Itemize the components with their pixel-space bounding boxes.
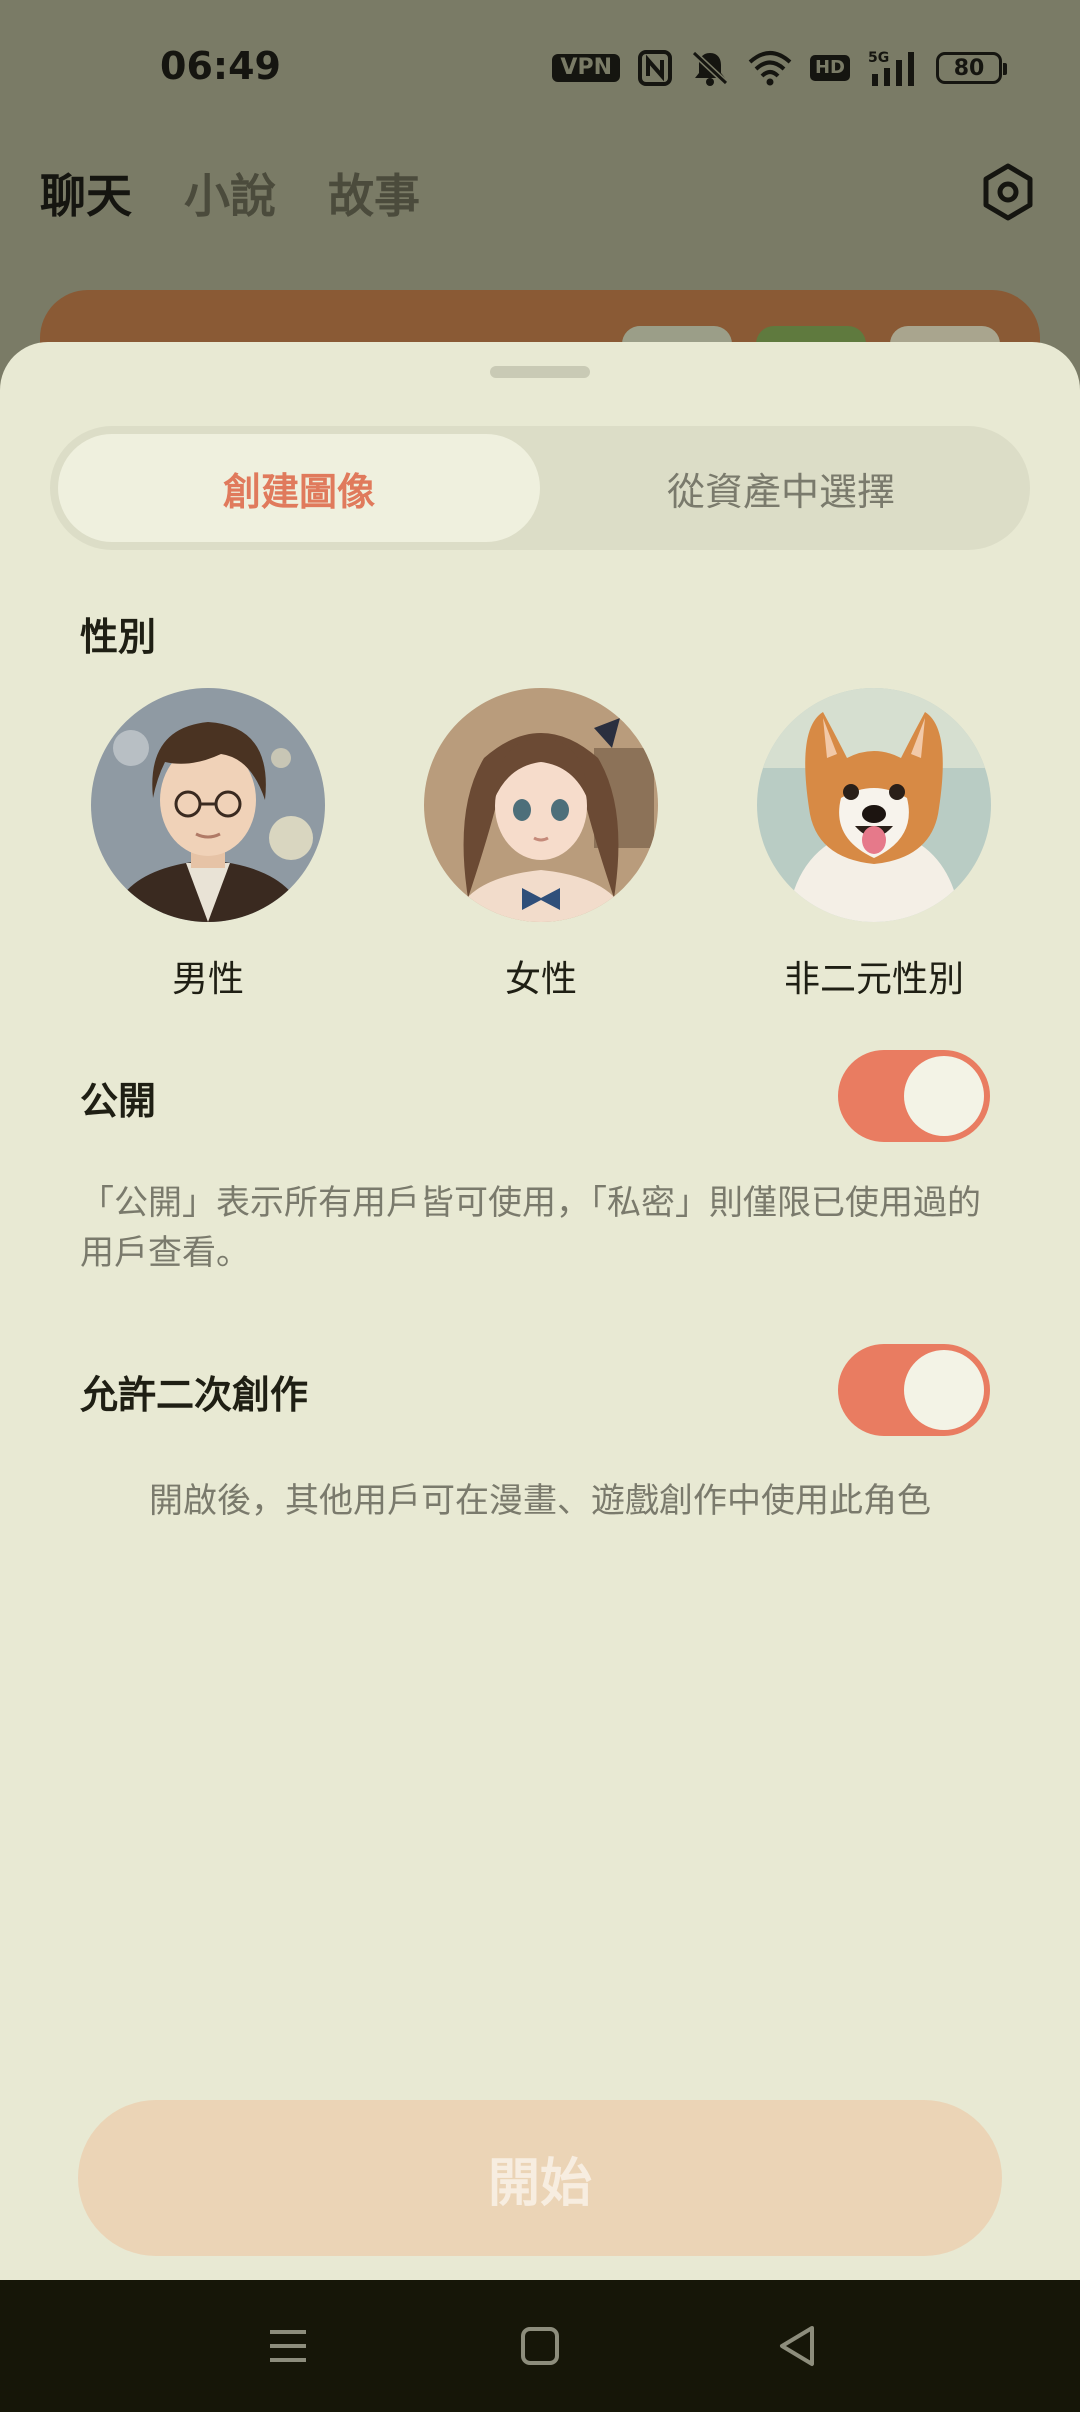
tab-story[interactable]: 故事 [328,160,420,226]
status-bar: 06:49 VPN HD 5G 80 [0,0,1080,140]
gender-option-nonbinary[interactable]: 非二元性別 [754,688,994,1002]
svg-text:5G: 5G [868,50,889,66]
tab-create-image[interactable]: 創建圖像 [58,434,540,542]
gender-label-female: 女性 [504,959,577,1000]
sheet-handle[interactable] [490,366,590,378]
battery-icon: 80 [936,52,1007,84]
gender-title: 性別 [80,615,157,659]
status-time: 06:49 [160,44,281,88]
remix-title: 允許二次創作 [80,1373,309,1417]
menu-icon[interactable] [262,2320,314,2372]
remix-toggle-knob [904,1350,984,1430]
system-nav-bar [0,2280,1080,2412]
public-toggle[interactable] [838,1050,990,1142]
top-nav: 聊天 小說 故事 [40,160,420,226]
settings-icon[interactable] [978,162,1038,222]
status-icons: VPN HD 5G 80 [552,48,1007,88]
public-description: 「公開」表示所有用戶皆可使用，「私密」則僅限已使用過的用戶查看。 [80,1183,981,1273]
female-avatar[interactable] [424,688,658,922]
male-avatar[interactable] [91,688,325,922]
wifi-icon [748,51,792,86]
tab-chat[interactable]: 聊天 [40,160,132,226]
gender-options: 男性 女性 非二元性別 [0,688,1080,1000]
remix-description: 開啟後，其他用戶可在漫畫、遊戲創作中使用此角色 [149,1481,931,1521]
gender-option-female[interactable]: 女性 [421,688,661,1002]
back-icon[interactable] [772,2320,824,2372]
vpn-icon: VPN [552,54,620,82]
tab-select-from-assets[interactable]: 從資產中選擇 [540,434,1022,542]
tab-novel[interactable]: 小說 [184,160,276,226]
mute-icon [691,50,729,86]
gender-option-male[interactable]: 男性 [88,688,328,1002]
nonbinary-avatar[interactable] [757,688,991,922]
gender-label-nonbinary: 非二元性別 [783,959,964,1000]
source-segmented-control: 創建圖像 從資產中選擇 [50,426,1030,550]
gender-label-male: 男性 [171,959,244,1000]
home-icon[interactable] [514,2320,566,2372]
nfc-icon [637,50,672,86]
hd-icon: HD [809,55,850,81]
remix-toggle[interactable] [838,1344,990,1436]
signal-icon: 5G [868,50,914,86]
public-title: 公開 [80,1079,157,1123]
start-button[interactable]: 開始 [78,2100,1002,2256]
bottom-sheet: 創建圖像 從資產中選擇 性別 男性 女性 非二元性別 公開 「公開」表示所有用戶… [0,342,1080,2280]
public-toggle-knob [904,1056,984,1136]
